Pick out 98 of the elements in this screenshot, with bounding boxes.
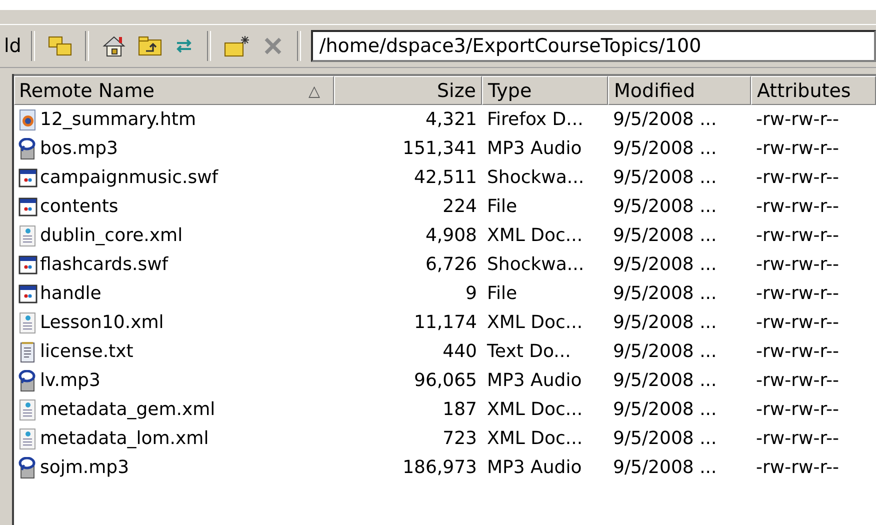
file-name-cell[interactable]: flashcards.swf bbox=[14, 254, 334, 276]
attributes-cell-text: -rw-rw-r-- bbox=[755, 399, 840, 420]
file-name-cell[interactable]: 12_summary.htm bbox=[14, 108, 334, 130]
modified-cell-text: 9/5/2008 ... bbox=[612, 341, 718, 362]
file-name: metadata_lom.xml bbox=[40, 428, 209, 449]
attributes-cell-text: -rw-rw-r-- bbox=[755, 167, 840, 188]
audio-file-icon bbox=[18, 138, 38, 160]
document-file-icon bbox=[18, 428, 38, 450]
column-header[interactable]: Remote Name △ bbox=[14, 76, 334, 105]
type-cell-text: MP3 Audio bbox=[486, 138, 583, 159]
file-name: lv.mp3 bbox=[40, 370, 100, 391]
document-file-icon bbox=[18, 398, 38, 420]
attributes-cell-text: -rw-rw-r-- bbox=[755, 312, 840, 333]
size-cell-text: 96,065 bbox=[413, 370, 478, 391]
file-name: license.txt bbox=[40, 341, 134, 362]
window-file-icon bbox=[18, 254, 38, 276]
file-name-cell[interactable]: lv.mp3 bbox=[14, 370, 334, 392]
modified-cell-text: 9/5/2008 ... bbox=[612, 399, 718, 420]
size-cell-text: 42,511 bbox=[413, 167, 478, 188]
file-name-cell[interactable]: bos.mp3 bbox=[14, 138, 334, 160]
modified-cell-text: 9/5/2008 ... bbox=[612, 283, 718, 304]
toolbar-label: ld bbox=[4, 35, 22, 57]
file-name-cell[interactable]: handle bbox=[14, 282, 334, 304]
size-cell-text: 4,321 bbox=[424, 109, 478, 130]
modified-cell-text: 9/5/2008 ... bbox=[612, 428, 718, 449]
size-cell-text: 4,908 bbox=[424, 225, 478, 246]
attributes-cell-text: -rw-rw-r-- bbox=[755, 428, 840, 449]
modified-cell-text: 9/5/2008 ... bbox=[612, 457, 718, 478]
attributes-cell-text: -rw-rw-r-- bbox=[755, 254, 840, 275]
file-name: handle bbox=[40, 283, 102, 304]
file-name: flashcards.swf bbox=[40, 254, 168, 275]
size-cell-text: 186,973 bbox=[402, 457, 478, 478]
modified-cell-text: 9/5/2008 ... bbox=[612, 196, 718, 217]
size-cell-text: 9 bbox=[464, 283, 478, 304]
attributes-cell-text: -rw-rw-r-- bbox=[755, 138, 840, 159]
size-cell-text: 11,174 bbox=[413, 312, 478, 333]
file-name-cell[interactable]: campaignmusic.swf bbox=[14, 166, 334, 188]
column-header[interactable]: Size bbox=[334, 76, 482, 105]
window-file-icon bbox=[18, 196, 38, 218]
attributes-cell-text: -rw-rw-r-- bbox=[755, 457, 840, 478]
attributes-cell-text: -rw-rw-r-- bbox=[755, 283, 840, 304]
size-cell-text: 723 bbox=[442, 428, 478, 449]
path-field[interactable]: /home/dspace3/ExportCourseTopics/100 bbox=[311, 30, 876, 62]
modified-cell-text: 9/5/2008 ... bbox=[612, 138, 718, 159]
modified-cell-text: 9/5/2008 ... bbox=[612, 225, 718, 246]
type-cell-text: File bbox=[486, 283, 518, 304]
attributes-cell-text: -rw-rw-r-- bbox=[755, 341, 840, 362]
type-cell-text: Shockwa... bbox=[486, 167, 586, 188]
size-cell-text: 440 bbox=[442, 341, 478, 362]
browser-file-icon bbox=[18, 108, 38, 130]
window-file-icon bbox=[18, 282, 38, 304]
file-name: campaignmusic.swf bbox=[40, 167, 218, 188]
file-name: sojm.mp3 bbox=[40, 457, 130, 478]
column-header[interactable]: Modified bbox=[608, 76, 751, 105]
type-cell-text: XML Doc... bbox=[486, 428, 584, 449]
size-cell-text: 6,726 bbox=[424, 254, 478, 275]
type-cell-text: MP3 Audio bbox=[486, 370, 583, 391]
audio-file-icon bbox=[18, 370, 38, 392]
file-name-cell[interactable]: metadata_gem.xml bbox=[14, 398, 334, 420]
type-cell-text: Shockwa... bbox=[486, 254, 586, 275]
size-cell-text: 187 bbox=[442, 399, 478, 420]
column-header[interactable]: Type bbox=[482, 76, 608, 105]
file-name-cell[interactable]: Lesson10.xml bbox=[14, 312, 334, 334]
file-name: metadata_gem.xml bbox=[40, 399, 216, 420]
file-name: contents bbox=[40, 196, 118, 217]
type-cell-text: File bbox=[486, 196, 518, 217]
file-name: Lesson10.xml bbox=[40, 312, 164, 333]
type-cell-text: XML Doc... bbox=[486, 399, 584, 420]
attributes-cell-text: -rw-rw-r-- bbox=[755, 225, 840, 246]
modified-cell-text: 9/5/2008 ... bbox=[612, 254, 718, 275]
file-name-cell[interactable]: license.txt bbox=[14, 340, 334, 362]
sort-arrow-icon: △ bbox=[308, 82, 320, 100]
document-file-icon bbox=[18, 312, 38, 334]
attributes-cell-text: -rw-rw-r-- bbox=[755, 370, 840, 391]
modified-cell-text: 9/5/2008 ... bbox=[612, 109, 718, 130]
file-name: 12_summary.htm bbox=[40, 109, 196, 130]
audio-file-icon bbox=[18, 456, 38, 478]
attributes-cell-text: -rw-rw-r-- bbox=[755, 196, 840, 217]
modified-cell-text: 9/5/2008 ... bbox=[612, 167, 718, 188]
file-name-cell[interactable]: sojm.mp3 bbox=[14, 456, 334, 478]
file-name-cell[interactable]: metadata_lom.xml bbox=[14, 428, 334, 450]
modified-cell-text: 9/5/2008 ... bbox=[612, 312, 718, 333]
type-cell-text: XML Doc... bbox=[486, 312, 584, 333]
attributes-cell-text: -rw-rw-r-- bbox=[755, 109, 840, 130]
document-file-icon bbox=[18, 224, 38, 246]
file-name-cell[interactable]: dublin_core.xml bbox=[14, 224, 334, 246]
type-cell-text: XML Doc... bbox=[486, 225, 584, 246]
file-name: bos.mp3 bbox=[40, 138, 118, 159]
size-cell-text: 151,341 bbox=[402, 138, 478, 159]
type-cell-text: MP3 Audio bbox=[486, 457, 583, 478]
modified-cell-text: 9/5/2008 ... bbox=[612, 370, 718, 391]
file-name-cell[interactable]: contents bbox=[14, 196, 334, 218]
type-cell-text: Firefox D... bbox=[486, 109, 584, 130]
size-cell-text: 224 bbox=[442, 196, 478, 217]
file-name: dublin_core.xml bbox=[40, 225, 183, 246]
window-file-icon bbox=[18, 166, 38, 188]
type-cell-text: Text Do... bbox=[486, 341, 572, 362]
column-header[interactable]: Attributes bbox=[751, 76, 876, 105]
